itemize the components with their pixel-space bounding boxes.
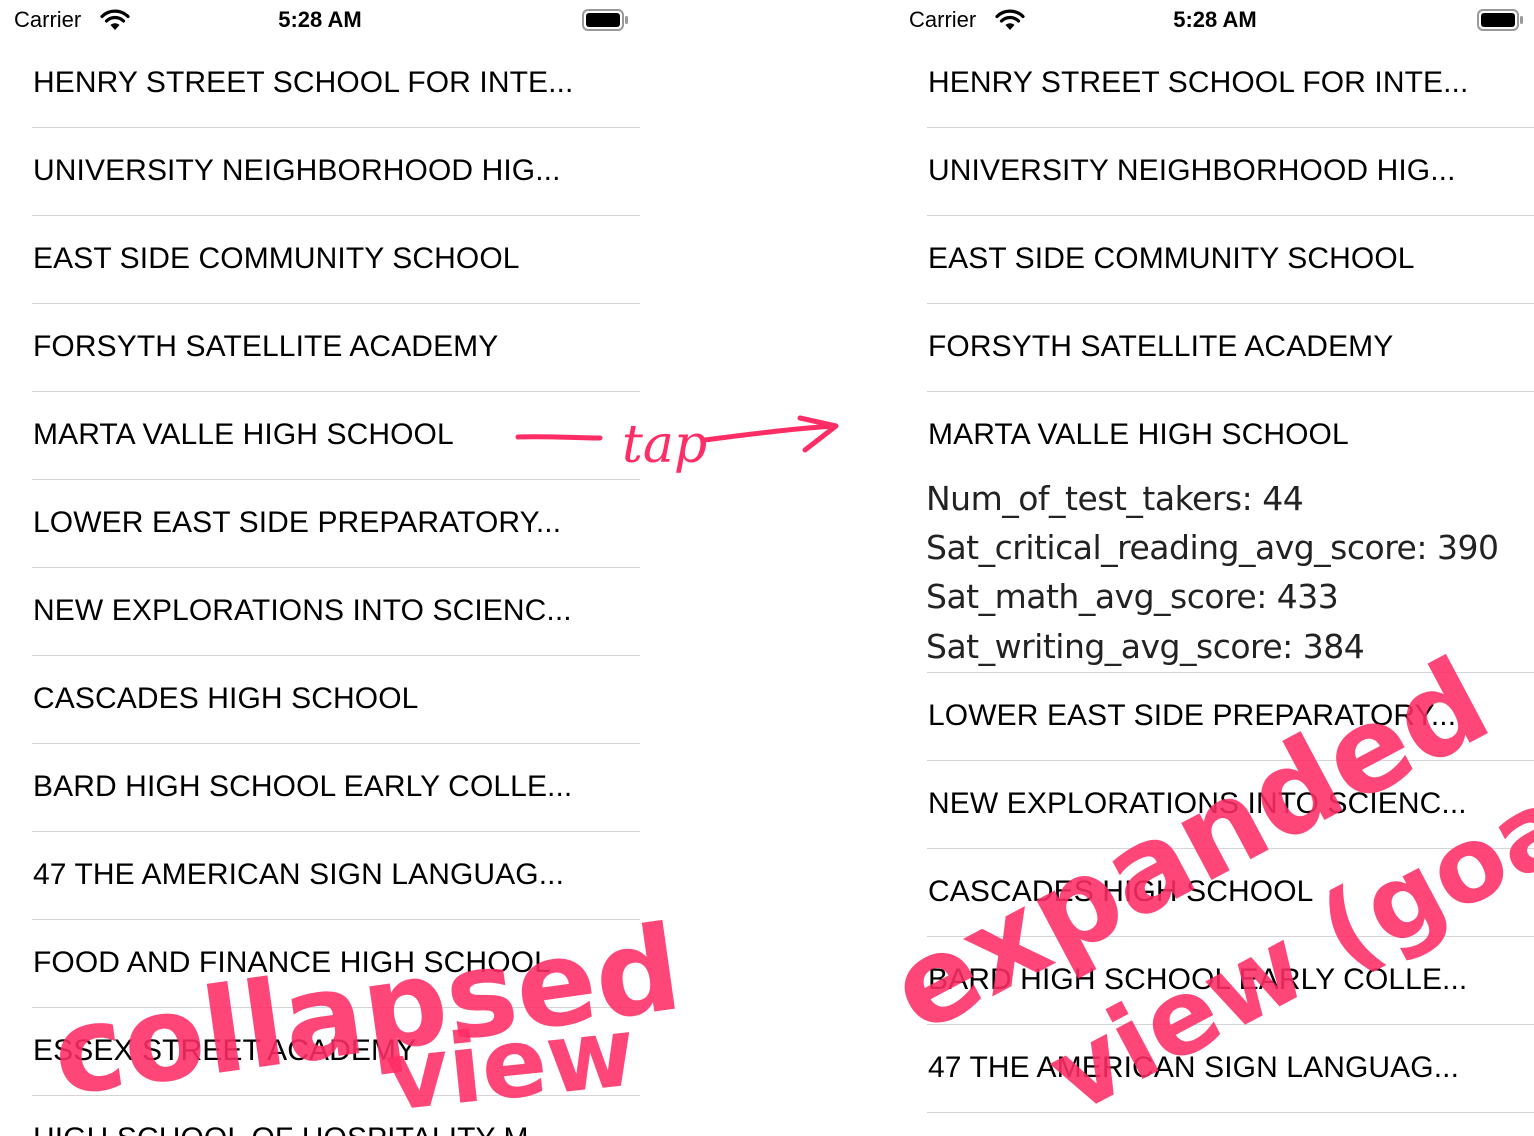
expanded-details-panel: Num_of_test_takers: 44 Sat_critical_readi… xyxy=(895,479,1534,673)
table-row[interactable]: FORSYTH SATELLITE ACADEMY xyxy=(895,304,1534,392)
school-name: MARTA VALLE HIGH SCHOOL xyxy=(33,418,454,451)
school-name: NEW EXPLORATIONS INTO SCIENC... xyxy=(928,787,1467,820)
table-row[interactable]: LOWER EAST SIDE PREPARATORY... xyxy=(895,673,1534,761)
table-row[interactable]: NEW EXPLORATIONS INTO SCIENC... xyxy=(895,761,1534,849)
phone-screen-expanded: Carrier 5:28 AM HENRY STREET SCHOOL FOR … xyxy=(895,0,1534,1136)
battery-icon xyxy=(1477,9,1523,31)
table-row[interactable]: FOOD AND FINANCE HIGH SCHOOL xyxy=(0,920,640,1008)
school-name: CASCADES HIGH SCHOOL xyxy=(33,682,419,715)
school-name: UNIVERSITY NEIGHBORHOOD HIG... xyxy=(928,154,1456,187)
table-row[interactable]: FORSYTH SATELLITE ACADEMY xyxy=(0,304,640,392)
school-name: BARD HIGH SCHOOL EARLY COLLE... xyxy=(33,770,573,803)
status-bar: Carrier 5:28 AM xyxy=(0,0,640,42)
detail-line: Sat_math_avg_score: 433 xyxy=(926,577,1339,616)
school-name: BARD HIGH SCHOOL EARLY COLLE... xyxy=(928,963,1468,996)
school-name: FOOD AND FINANCE HIGH SCHOOL xyxy=(33,946,551,979)
school-name: 47 THE AMERICAN SIGN LANGUAG... xyxy=(33,858,565,891)
clock: 5:28 AM xyxy=(1173,7,1257,32)
school-name: FORSYTH SATELLITE ACADEMY xyxy=(928,330,1394,363)
table-row[interactable]: 47 THE AMERICAN SIGN LANGUAG... xyxy=(0,832,640,920)
table-row[interactable]: EAST SIDE COMMUNITY SCHOOL xyxy=(0,216,640,304)
school-name: LOWER EAST SIDE PREPARATORY... xyxy=(928,699,1457,732)
expanded-table-row[interactable]: MARTA VALLE HIGH SCHOOL xyxy=(895,392,1534,480)
table-row[interactable]: UNIVERSITY NEIGHBORHOOD HIG... xyxy=(895,128,1534,216)
school-name: HENRY STREET SCHOOL FOR INTE... xyxy=(33,66,574,99)
school-name: NEW EXPLORATIONS INTO SCIENC... xyxy=(33,594,572,627)
table-row[interactable]: CASCADES HIGH SCHOOL xyxy=(0,656,640,744)
school-name: MARTA VALLE HIGH SCHOOL xyxy=(928,418,1349,451)
school-name: 47 THE AMERICAN SIGN LANGUAG... xyxy=(928,1051,1460,1084)
table-row[interactable]: HENRY STREET SCHOOL FOR INTE... xyxy=(895,40,1534,128)
row-separator xyxy=(927,1112,1534,1113)
table-row[interactable]: HENRY STREET SCHOOL FOR INTE... xyxy=(0,40,640,128)
school-name: HIGH SCHOOL OF HOSPITALITY M... xyxy=(33,1122,554,1136)
table-row[interactable]: NEW EXPLORATIONS INTO SCIENC... xyxy=(0,568,640,656)
table-row[interactable]: UNIVERSITY NEIGHBORHOOD HIG... xyxy=(0,128,640,216)
school-name: UNIVERSITY NEIGHBORHOOD HIG... xyxy=(33,154,561,187)
battery-icon xyxy=(582,9,628,31)
table-row[interactable]: ESSEX STREET ACADEMY xyxy=(0,1008,640,1096)
table-row[interactable]: BARD HIGH SCHOOL EARLY COLLE... xyxy=(0,744,640,832)
table-row[interactable]: EAST SIDE COMMUNITY SCHOOL xyxy=(895,216,1534,304)
table-row[interactable]: BARD HIGH SCHOOL EARLY COLLE... xyxy=(895,937,1534,1025)
school-name: EAST SIDE COMMUNITY SCHOOL xyxy=(33,242,520,275)
clock: 5:28 AM xyxy=(278,7,362,32)
table-row[interactable]: LOWER EAST SIDE PREPARATORY... xyxy=(0,480,640,568)
phone-screen-collapsed: Carrier 5:28 AM HENRY STREET SCHOOL FOR … xyxy=(0,0,640,1136)
school-name: FORSYTH SATELLITE ACADEMY xyxy=(33,330,499,363)
detail-line: Num_of_test_takers: 44 xyxy=(926,479,1304,518)
school-name: EAST SIDE COMMUNITY SCHOOL xyxy=(928,242,1415,275)
school-name: CASCADES HIGH SCHOOL xyxy=(928,875,1314,908)
school-name: HENRY STREET SCHOOL FOR INTE... xyxy=(928,66,1469,99)
school-list: HENRY STREET SCHOOL FOR INTE... UNIVERSIT… xyxy=(0,40,640,1136)
status-bar: Carrier 5:28 AM xyxy=(895,0,1534,42)
table-row[interactable]: 47 THE AMERICAN SIGN LANGUAG... xyxy=(895,1025,1534,1113)
school-name: ESSEX STREET ACADEMY xyxy=(33,1034,417,1067)
table-row[interactable]: HIGH SCHOOL OF HOSPITALITY M... xyxy=(0,1096,640,1136)
school-name: LOWER EAST SIDE PREPARATORY... xyxy=(33,506,562,539)
table-row[interactable]: MARTA VALLE HIGH SCHOOL xyxy=(0,392,640,480)
detail-line: Sat_critical_reading_avg_score: 390 xyxy=(926,528,1499,567)
table-row[interactable]: CASCADES HIGH SCHOOL xyxy=(895,849,1534,937)
school-list: HENRY STREET SCHOOL FOR INTE... UNIVERSIT… xyxy=(895,40,1534,1113)
detail-line: Sat_writing_avg_score: 384 xyxy=(926,627,1365,666)
